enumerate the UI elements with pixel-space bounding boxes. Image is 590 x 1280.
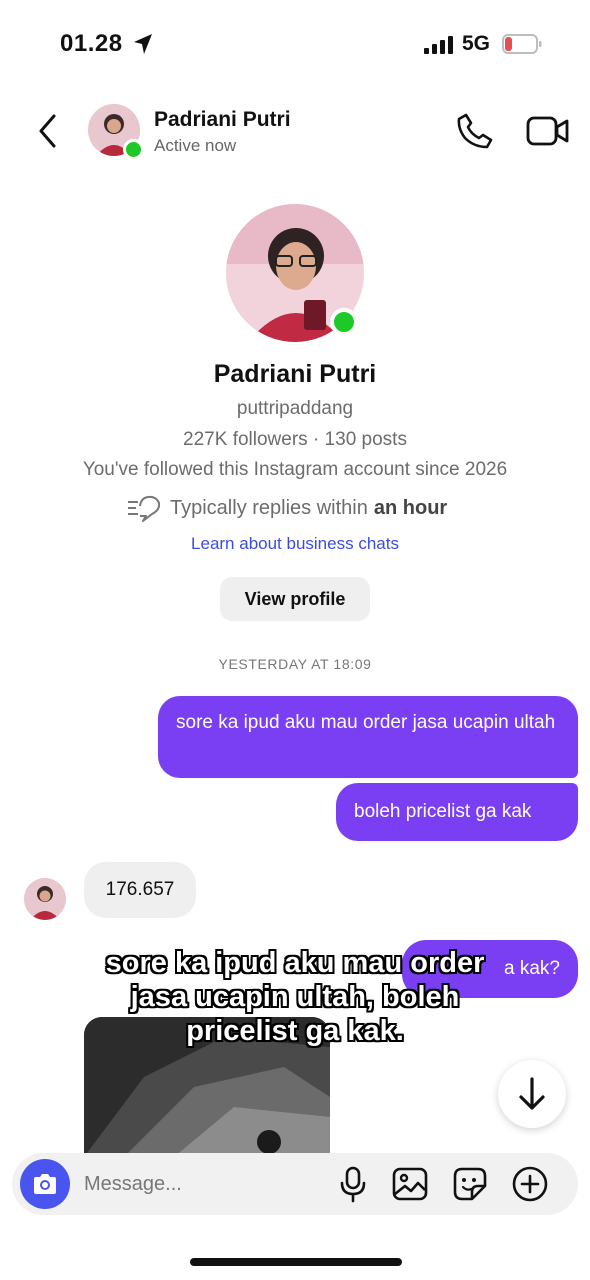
profile-name: Padriani Putri	[213, 360, 377, 388]
battery-icon: 18	[502, 33, 542, 55]
scroll-down-icon	[519, 1077, 545, 1110]
chat-timestamp: YESTERDAY AT 18:09	[218, 656, 372, 672]
back-icon[interactable]	[36, 113, 60, 149]
camera-button[interactable]	[20, 1159, 70, 1209]
profile-online-indicator	[330, 308, 358, 336]
header-status: Active now	[154, 136, 237, 155]
replies-fast-icon	[128, 495, 161, 522]
home-indicator	[190, 1258, 402, 1266]
message-input[interactable]	[84, 1167, 314, 1201]
sender-avatar[interactable]	[24, 878, 66, 920]
signal-icon	[424, 36, 453, 54]
sticker-icon[interactable]	[450, 1164, 490, 1204]
online-indicator	[123, 139, 144, 160]
view-profile-button[interactable]: View profile	[220, 577, 370, 621]
replies-prefix: Typically replies within	[170, 496, 368, 519]
caption-line: sore ka ipud aku mau order	[105, 946, 485, 980]
replies-time: an hour	[373, 496, 448, 519]
scroll-down-button[interactable]	[498, 1060, 566, 1128]
profile-handle: puttripaddang	[236, 398, 354, 419]
header-name[interactable]: Padriani Putri	[154, 108, 291, 132]
camera-icon	[34, 1174, 56, 1194]
phone-icon[interactable]	[456, 112, 494, 150]
location-arrow-icon	[134, 34, 152, 54]
profile-followed-since: You've followed this Instagram account s…	[82, 459, 508, 480]
message-bubble-outgoing[interactable]: sore ka ipud aku mau order jasa ucapin u…	[158, 696, 578, 778]
caption-line: pricelist ga kak.	[185, 1014, 404, 1048]
network-type: 5G	[462, 32, 491, 55]
microphone-icon[interactable]	[333, 1164, 373, 1204]
learn-business-chats-link[interactable]: Learn about business chats	[0, 534, 590, 554]
message-bubble-outgoing[interactable]: boleh pricelist ga kak	[336, 783, 578, 841]
video-icon[interactable]	[526, 112, 570, 150]
caption-line: jasa ucapin ultah, boleh	[130, 980, 460, 1014]
reply-time-info: Typically replies within an hour	[126, 494, 447, 522]
profile-stats: 227K followers · 130 posts	[183, 429, 407, 450]
plus-icon[interactable]	[510, 1164, 550, 1204]
message-bubble-incoming[interactable]: 176.657	[84, 862, 196, 918]
gallery-icon[interactable]	[390, 1164, 430, 1204]
battery-level: 18	[513, 36, 529, 51]
video-caption-overlay: sore ka ipud aku mau order jasa ucapin u…	[0, 946, 590, 1048]
status-time: 01.28	[60, 30, 123, 57]
